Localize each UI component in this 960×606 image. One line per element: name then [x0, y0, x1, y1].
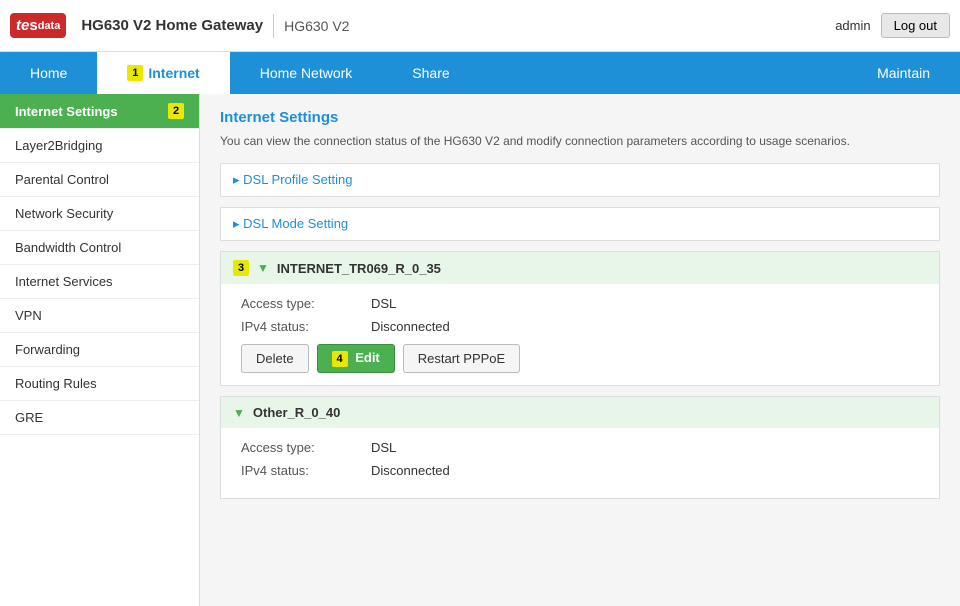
- sidebar-item-parental-control[interactable]: Parental Control: [0, 163, 199, 197]
- restart-pppoe-button[interactable]: Restart PPPoE: [403, 344, 520, 373]
- nav-home-network-label: Home Network: [260, 65, 353, 81]
- sidebar-item-vpn[interactable]: VPN: [0, 299, 199, 333]
- connection-1-header[interactable]: 3 ▼ INTERNET_TR069_R_0_35: [221, 252, 939, 284]
- nav-internet-label: Internet: [148, 65, 199, 81]
- edit-label: Edit: [355, 350, 380, 365]
- header-subtitle: HG630 V2: [284, 18, 349, 34]
- logo-te: te: [16, 17, 29, 34]
- dsl-profile-label: ▸ DSL Profile Setting: [233, 172, 353, 188]
- connection-1-body: Access type: DSL IPv4 status: Disconnect…: [221, 284, 939, 385]
- sidebar-vpn-label: VPN: [15, 308, 42, 323]
- sidebar-gre-label: GRE: [15, 410, 43, 425]
- header-title: HG630 V2 Home Gateway: [81, 17, 263, 34]
- sidebar-item-routing-rules[interactable]: Routing Rules: [0, 367, 199, 401]
- sidebar-bandwidth-control-label: Bandwidth Control: [15, 240, 121, 255]
- connection-1-badge: 3: [233, 260, 249, 276]
- admin-label: admin: [835, 18, 870, 33]
- header-divider: [273, 14, 274, 38]
- main-content: Internet Settings You can view the conne…: [200, 94, 960, 606]
- connection-1-title: INTERNET_TR069_R_0_35: [277, 261, 441, 276]
- conn1-access-type-label: Access type:: [241, 296, 371, 311]
- conn2-access-type-label: Access type:: [241, 440, 371, 455]
- logo: tes data: [10, 13, 66, 38]
- sidebar: Internet Settings 2 Layer2Bridging Paren…: [0, 94, 200, 606]
- nav-share-label: Share: [412, 65, 449, 81]
- conn2-access-type-row: Access type: DSL: [241, 440, 919, 455]
- conn1-access-type-row: Access type: DSL: [241, 296, 919, 311]
- dsl-mode-label: ▸ DSL Mode Setting: [233, 216, 348, 232]
- logo-data: data: [38, 20, 61, 32]
- nav: Home 1 Internet Home Network Share Maint…: [0, 52, 960, 94]
- connection-2-card: ▼ Other_R_0_40 Access type: DSL IPv4 sta…: [220, 396, 940, 499]
- sidebar-parental-control-label: Parental Control: [15, 172, 109, 187]
- logout-button[interactable]: Log out: [881, 13, 950, 38]
- nav-item-home-network[interactable]: Home Network: [230, 52, 383, 94]
- connection-1-arrow: ▼: [257, 261, 269, 275]
- sidebar-item-internet-services[interactable]: Internet Services: [0, 265, 199, 299]
- nav-maintain-label: Maintain: [877, 65, 930, 81]
- conn2-ipv4-label: IPv4 status:: [241, 463, 371, 478]
- sidebar-item-network-security[interactable]: Network Security: [0, 197, 199, 231]
- sidebar-forwarding-label: Forwarding: [15, 342, 80, 357]
- nav-home-label: Home: [30, 65, 67, 81]
- edit-badge: 4: [332, 351, 348, 367]
- connection-1-card: 3 ▼ INTERNET_TR069_R_0_35 Access type: D…: [220, 251, 940, 386]
- nav-item-home[interactable]: Home: [0, 52, 97, 94]
- edit-button[interactable]: 4 Edit: [317, 344, 395, 373]
- page-description: You can view the connection status of th…: [220, 134, 940, 148]
- sidebar-routing-rules-label: Routing Rules: [15, 376, 97, 391]
- dsl-profile-section[interactable]: ▸ DSL Profile Setting: [220, 163, 940, 197]
- logo-box: tes data: [10, 13, 66, 38]
- connection-2-arrow: ▼: [233, 406, 245, 420]
- page-title: Internet Settings: [220, 109, 940, 126]
- conn1-access-type-value: DSL: [371, 296, 396, 311]
- nav-item-share[interactable]: Share: [382, 52, 479, 94]
- nav-internet-badge: 1: [127, 65, 143, 81]
- connection-2-header[interactable]: ▼ Other_R_0_40: [221, 397, 939, 428]
- dsl-mode-section[interactable]: ▸ DSL Mode Setting: [220, 207, 940, 241]
- sidebar-item-layer2bridging[interactable]: Layer2Bridging: [0, 129, 199, 163]
- conn1-ipv4-row: IPv4 status: Disconnected: [241, 319, 919, 334]
- content: Internet Settings 2 Layer2Bridging Paren…: [0, 94, 960, 606]
- sidebar-item-gre[interactable]: GRE: [0, 401, 199, 435]
- sidebar-layer2bridging-label: Layer2Bridging: [15, 138, 102, 153]
- sidebar-item-forwarding[interactable]: Forwarding: [0, 333, 199, 367]
- conn1-button-row: Delete 4 Edit Restart PPPoE: [241, 344, 919, 373]
- nav-item-maintain[interactable]: Maintain: [847, 52, 960, 94]
- delete-button[interactable]: Delete: [241, 344, 309, 373]
- sidebar-internet-services-label: Internet Services: [15, 274, 113, 289]
- header-right: admin Log out: [835, 13, 950, 38]
- connection-2-title: Other_R_0_40: [253, 405, 340, 420]
- header: tes data HG630 V2 Home Gateway HG630 V2 …: [0, 0, 960, 52]
- sidebar-item-internet-settings[interactable]: Internet Settings 2: [0, 94, 199, 129]
- sidebar-item-bandwidth-control[interactable]: Bandwidth Control: [0, 231, 199, 265]
- sidebar-internet-settings-badge: 2: [168, 103, 184, 119]
- connection-2-body: Access type: DSL IPv4 status: Disconnect…: [221, 428, 939, 498]
- conn2-ipv4-value: Disconnected: [371, 463, 450, 478]
- nav-item-internet[interactable]: 1 Internet: [97, 52, 229, 94]
- conn1-ipv4-label: IPv4 status:: [241, 319, 371, 334]
- sidebar-network-security-label: Network Security: [15, 206, 113, 221]
- logo-s: s: [29, 17, 37, 34]
- conn2-access-type-value: DSL: [371, 440, 396, 455]
- conn1-ipv4-value: Disconnected: [371, 319, 450, 334]
- conn2-ipv4-row: IPv4 status: Disconnected: [241, 463, 919, 478]
- nav-spacer: [480, 52, 847, 94]
- sidebar-internet-settings-label: Internet Settings: [15, 104, 118, 119]
